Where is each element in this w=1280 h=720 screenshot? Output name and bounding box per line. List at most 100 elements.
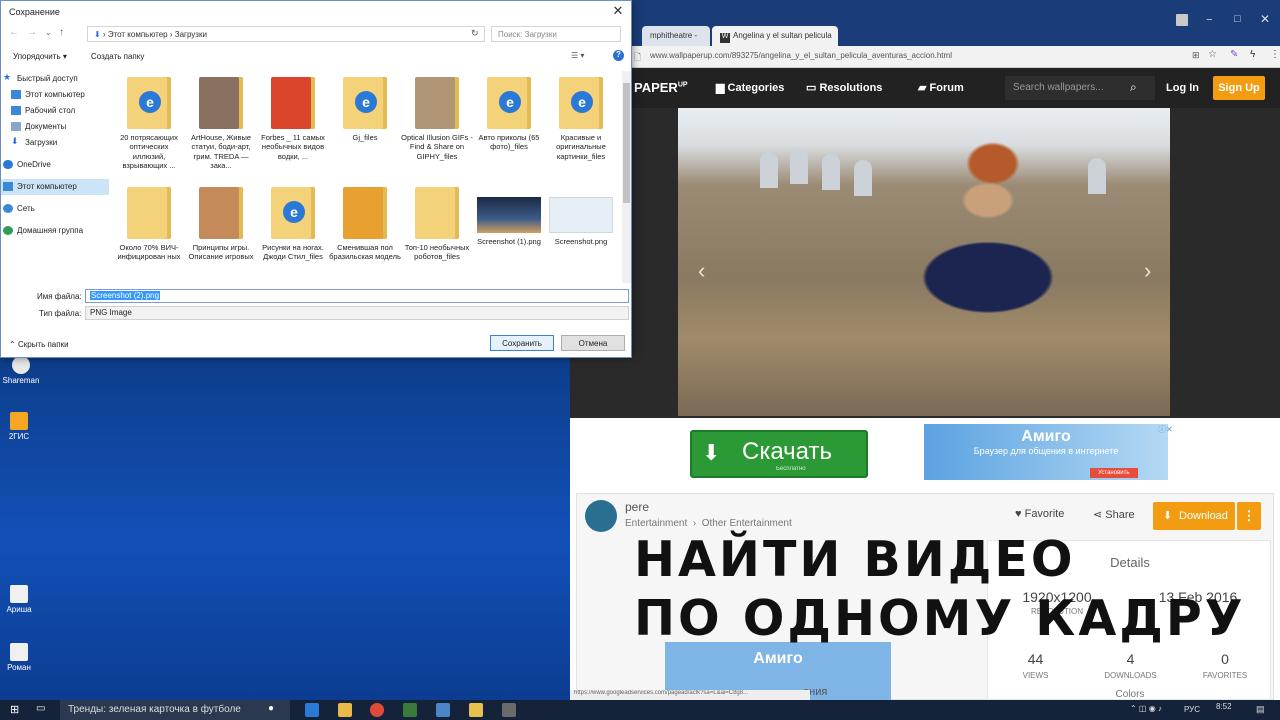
desktop-icon-shareman[interactable]: Shareman [0, 356, 46, 385]
nav-item-network[interactable]: Сеть [1, 201, 109, 217]
task-view-icon[interactable]: ▭ [36, 703, 45, 714]
favorite-button[interactable]: ♥ Favorite [1015, 508, 1064, 520]
nav-item-onedrive[interactable]: OneDrive [1, 157, 109, 173]
file-item[interactable]: Screenshot.png [545, 187, 617, 246]
browser-tab-active[interactable]: W Angelina y el sultan pelicula [712, 26, 838, 46]
dialog-search-input[interactable]: Поиск: Загрузки [491, 26, 621, 42]
nav-forum[interactable]: ▰ Forum [918, 81, 964, 94]
site-logo[interactable]: PAPERUP [634, 80, 688, 95]
nav-item-downloads[interactable]: ⬇ Загрузки [1, 135, 109, 151]
file-item[interactable]: Optical Illusion GIFs - Find & Share on … [401, 77, 473, 161]
desktop-icon-2gis[interactable]: 2ГИС [0, 412, 44, 441]
chrome-icon[interactable] [370, 703, 384, 717]
back-arrow-icon[interactable]: ← [9, 27, 19, 38]
cancel-button[interactable]: Отмена [561, 335, 625, 351]
nav-item-this-pc[interactable]: Этот компьютер [1, 87, 109, 103]
download-button[interactable]: ⬇ Download [1153, 502, 1235, 530]
new-folder-button[interactable]: Создать папку [91, 52, 144, 61]
taskbar-search[interactable]: Тренды: зеленая карточка в футболе [60, 700, 290, 720]
translate-icon[interactable]: ⊞ [1192, 50, 1200, 61]
notifications-icon[interactable]: ▤ [1256, 704, 1265, 715]
tray-icons[interactable]: ⌃ ◫ ◉ ♪ [1130, 704, 1162, 713]
avatar[interactable] [585, 500, 617, 532]
nav-categories[interactable]: ▆ Categories [716, 81, 784, 94]
edge-icon[interactable] [305, 703, 319, 717]
app-icon[interactable] [502, 703, 516, 717]
login-link[interactable]: Log In [1166, 82, 1199, 94]
app-icon[interactable] [436, 703, 450, 717]
filetype-select[interactable]: PNG Image [85, 306, 629, 320]
file-explorer-icon[interactable] [338, 703, 352, 717]
author-name[interactable]: pere [625, 500, 649, 514]
amigo-install-button[interactable]: Установить [1090, 468, 1138, 478]
file-item[interactable]: e 20 потрясающих оптических иллюзий, взры… [113, 77, 185, 171]
breadcrumb-item[interactable]: Загрузки [175, 30, 207, 39]
subcategory-link[interactable]: Other Entertainment [702, 518, 792, 529]
chevron-down-icon[interactable]: ⌄ [45, 28, 52, 37]
star-icon[interactable]: ☆ [1208, 49, 1217, 60]
wallpaper-image[interactable]: ‹ › [678, 108, 1170, 416]
view-options-icon[interactable]: ☰ ▾ [571, 51, 584, 60]
next-arrow-icon[interactable]: › [1144, 258, 1151, 284]
up-arrow-icon[interactable]: ↑ [59, 27, 64, 38]
file-item[interactable]: e Gj_files [329, 77, 401, 142]
app-icon[interactable] [403, 703, 417, 717]
nav-item-homegroup[interactable]: Домашняя группа [1, 223, 109, 239]
file-item[interactable]: ArtHouse, Живые статуи, боди-арт, грим. … [185, 77, 257, 171]
category-link[interactable]: Entertainment [625, 518, 687, 529]
menu-icon[interactable]: ⋮ [1270, 49, 1280, 60]
hide-folders-toggle[interactable]: ⌃ Скрыть папки [9, 340, 69, 349]
ad-download-button[interactable]: ⬇ Скачать Бесплатно [690, 430, 868, 478]
microphone-icon[interactable]: ● [268, 703, 274, 714]
ad-choices-icon[interactable]: ⓘ✕ [1158, 424, 1173, 435]
download-options-button[interactable]: ⋮ [1237, 502, 1261, 530]
breadcrumb[interactable]: ⬇ › Этот компьютер › Загрузки [87, 26, 485, 42]
forward-arrow-icon[interactable]: → [27, 27, 37, 38]
colors-label: Colors [1115, 689, 1145, 700]
maximize-icon[interactable]: □ [1234, 13, 1241, 25]
organize-button[interactable]: Упорядочить ▾ [13, 52, 67, 61]
signup-button[interactable]: Sign Up [1213, 76, 1265, 100]
amigo-ad[interactable]: Амиго Браузер для общения в интернете Ус… [924, 424, 1168, 480]
file-item[interactable]: Принципы игры. Описание игровых [185, 187, 257, 262]
search-icon[interactable]: ⌕ [1130, 80, 1137, 95]
file-item[interactable]: Сменившая пол бразильская модель [329, 187, 401, 262]
pen-extension-icon[interactable]: ✎ [1230, 49, 1238, 60]
amigo-text: Браузер для общения в интернете [973, 446, 1119, 456]
file-item[interactable]: e Рисунки на ногах. Джоди Стил_files [257, 187, 329, 262]
minimize-icon[interactable]: − [1206, 14, 1212, 26]
scrollbar-thumb[interactable] [623, 83, 630, 203]
desktop-icon-arisha[interactable]: Ариша [0, 585, 44, 614]
file-item[interactable]: Forbes _ 11 самых необычных видов водки,… [257, 77, 329, 161]
nav-resolutions[interactable]: ▭ Resolutions [806, 81, 882, 94]
file-item[interactable]: e Авто приколы (65 фото)_files [473, 77, 545, 152]
user-profile-icon[interactable] [1176, 14, 1188, 26]
2gis-icon [10, 412, 28, 430]
nav-item-documents[interactable]: Документы [1, 119, 109, 135]
refresh-icon[interactable]: ↻ [471, 28, 479, 39]
colosseum-arch [822, 154, 840, 190]
share-button[interactable]: ⋖ Share [1093, 508, 1135, 521]
file-item[interactable]: e Красивые и оригинальные картинки_files [545, 77, 617, 161]
save-button[interactable]: Сохранить [490, 335, 554, 351]
close-icon[interactable]: ✕ [1260, 12, 1270, 26]
file-item[interactable]: Топ-10 необычных роботов_files [401, 187, 473, 262]
windows-start-icon[interactable]: ⊞ [10, 703, 19, 716]
language-indicator[interactable]: РУС [1184, 705, 1200, 714]
folder-icon[interactable] [469, 703, 483, 717]
file-item[interactable]: Screenshot (1).png [473, 187, 545, 246]
prev-arrow-icon[interactable]: ‹ [698, 258, 705, 284]
browser-tab[interactable]: mphitheatre - [642, 26, 710, 46]
desktop-icon-roman[interactable]: Роман [0, 643, 44, 672]
breadcrumb-item[interactable]: Этот компьютер [108, 30, 168, 39]
file-item[interactable]: Около 70% ВИЧ-инфицирован ных [113, 187, 185, 262]
nav-item-quick-access[interactable]: ★ Быстрый доступ [1, 71, 109, 87]
close-icon[interactable]: ✕ [605, 3, 631, 21]
lightning-extension-icon[interactable]: ϟ [1250, 49, 1255, 60]
help-icon[interactable]: ? [613, 50, 624, 61]
clock[interactable]: 8:52 [1216, 702, 1232, 711]
url-text[interactable]: www.wallpaperup.com/893275/angelina_y_el… [650, 51, 952, 60]
nav-item-desktop[interactable]: Рабочий стол [1, 103, 109, 119]
nav-item-this-pc-root[interactable]: Этот компьютер [1, 179, 109, 195]
filename-input[interactable]: Screenshot (2).png [85, 289, 629, 303]
